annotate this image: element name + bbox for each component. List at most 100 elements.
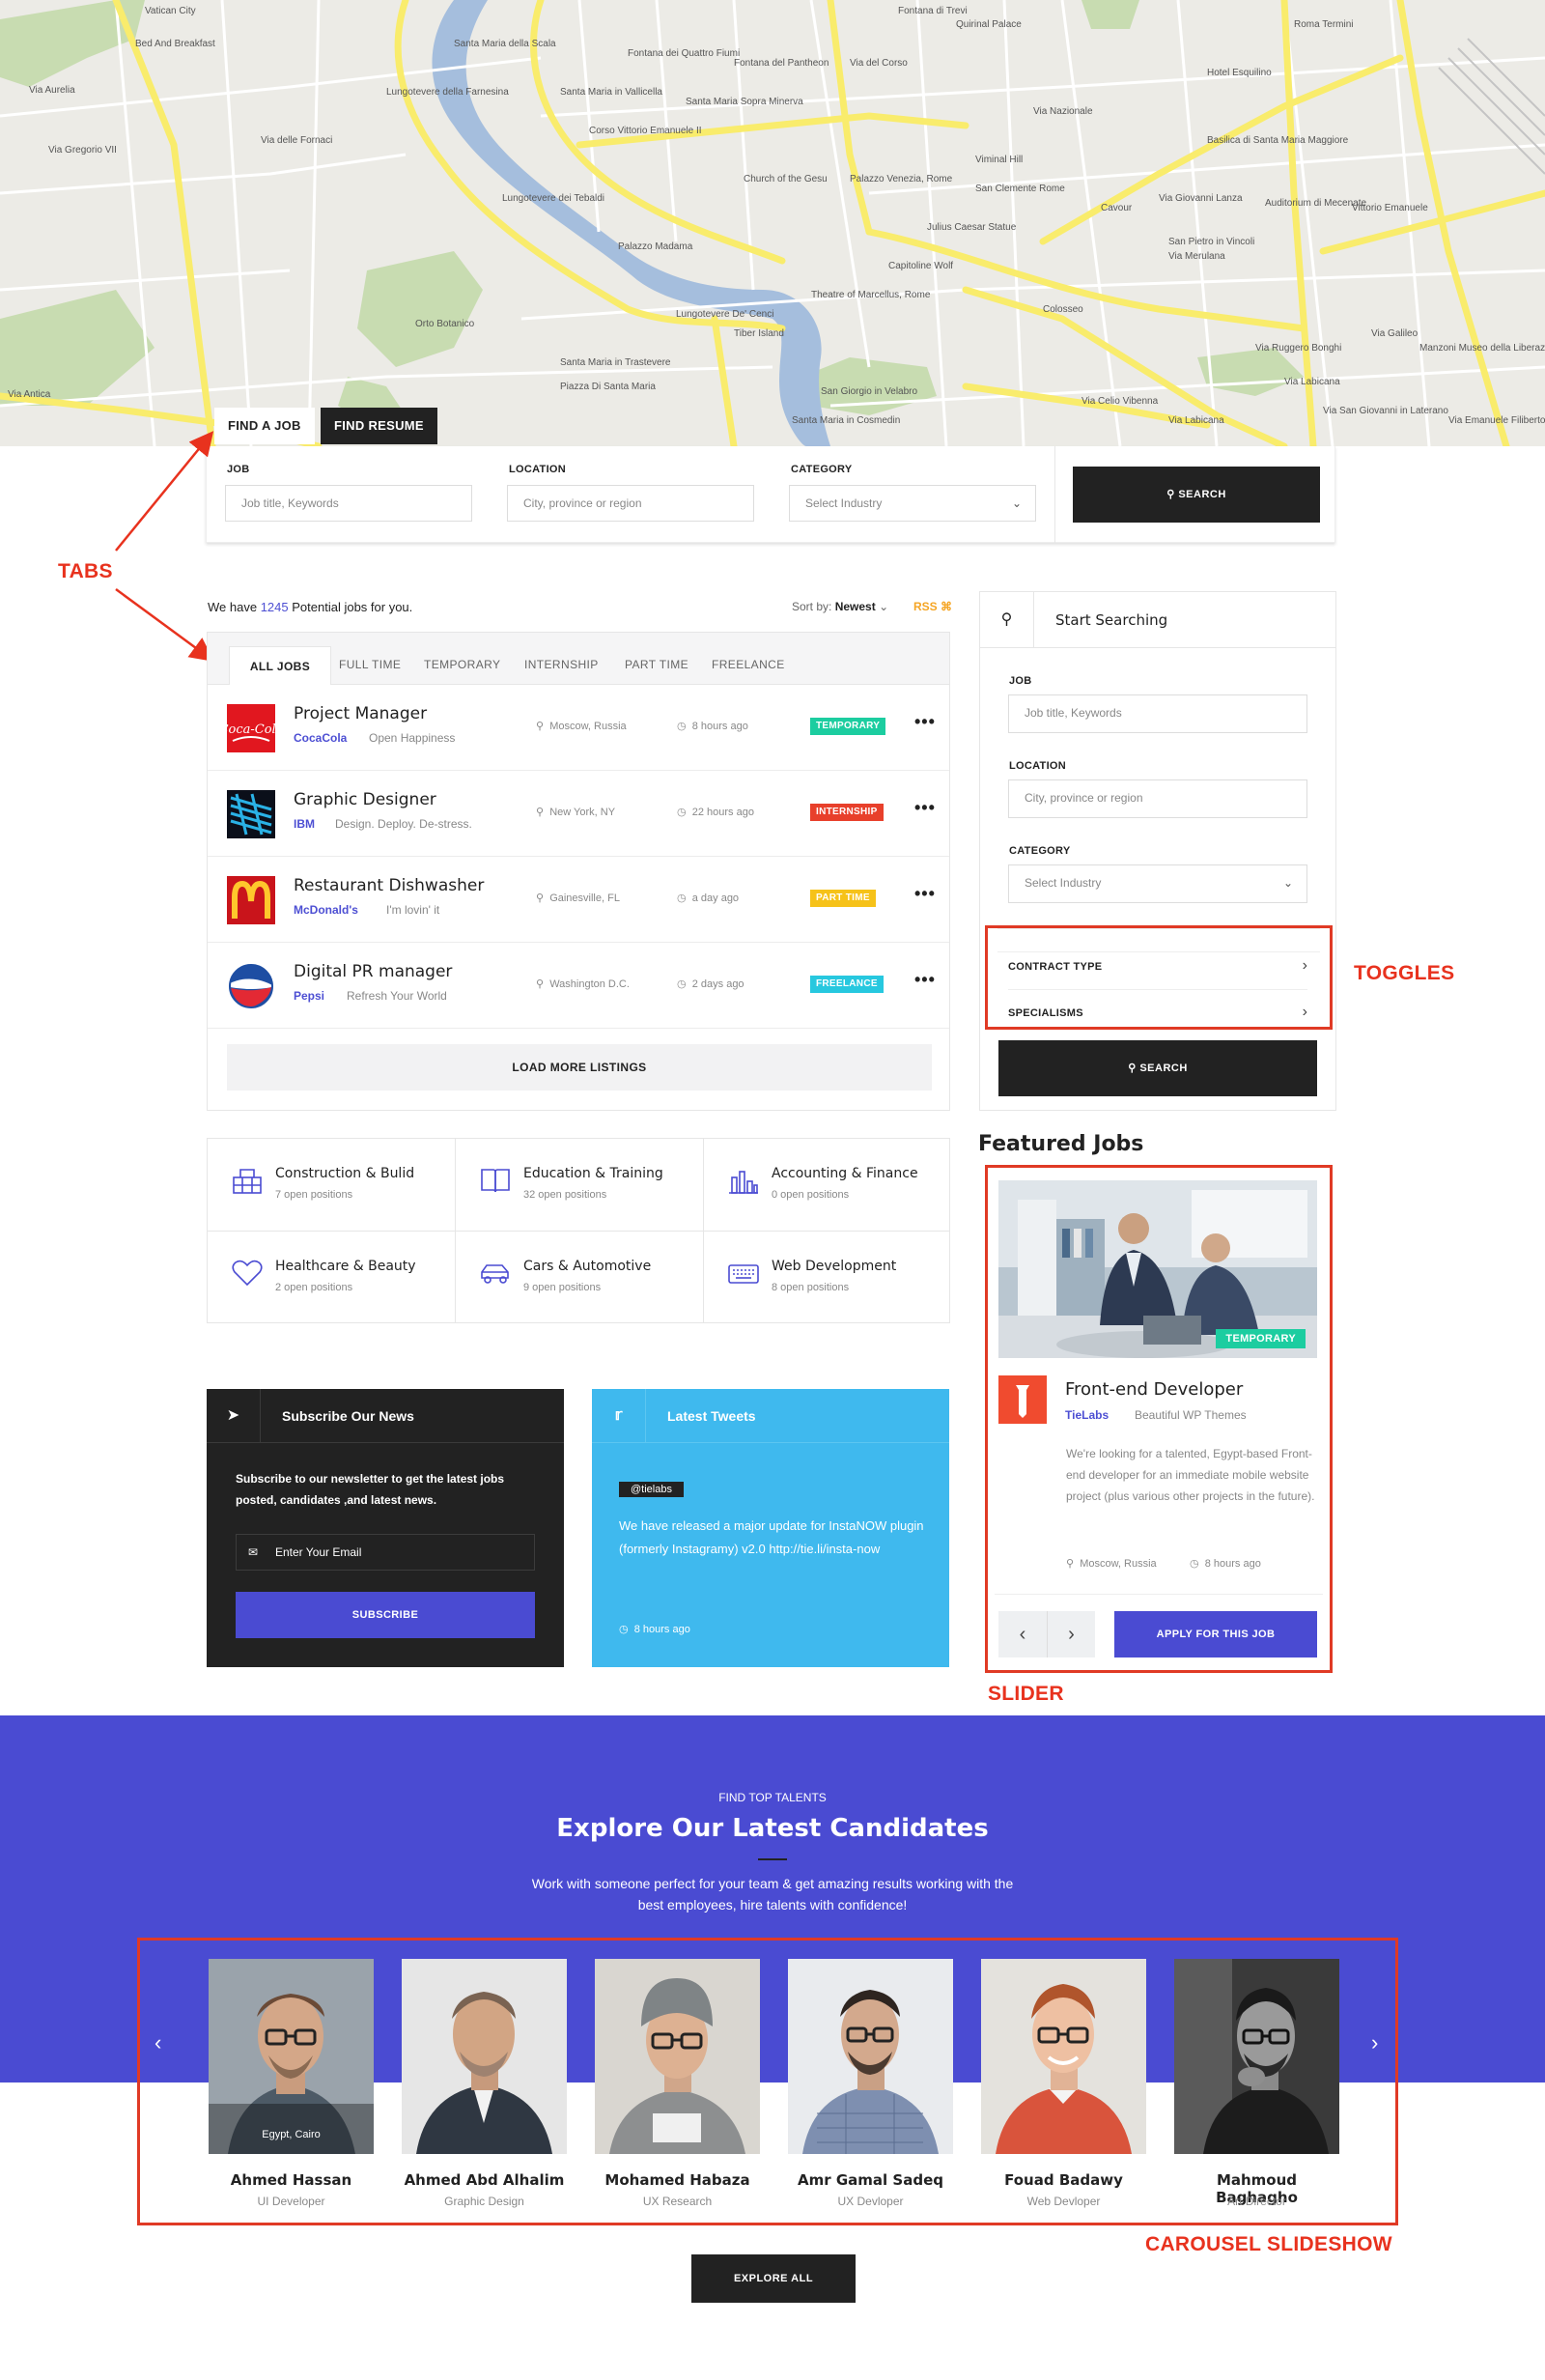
map-label: Theatre of Marcellus, Rome [811,290,931,300]
job-company[interactable]: IBM [294,817,315,831]
more-dots-icon[interactable]: ••• [914,884,936,904]
sidebar-location-input[interactable]: City, province or region [1008,779,1307,818]
job-row[interactable]: Graphic Designer IBM Design. Deploy. De-… [208,771,949,857]
map-label: Santa Maria in Cosmedin [792,415,901,426]
map-label: Via Gregorio VII [48,145,117,156]
subscribe-button[interactable]: SUBSCRIBE [236,1592,535,1638]
apply-job-button[interactable]: APPLY FOR THIS JOB [1114,1611,1317,1658]
job-type-badge: TEMPORARY [810,718,886,735]
car-icon [481,1264,509,1284]
job-row[interactable]: Coca-Cola Project Manager CocaCola Open … [208,685,949,771]
map-label: Manzoni Museo della Liberazione [1419,343,1545,354]
job-row[interactable]: Restaurant Dishwasher McDonald's I'm lov… [208,857,949,943]
tweet-text: We have released a major update for Inst… [619,1518,924,1556]
newsletter-email-input[interactable]: ✉ Enter Your Email [236,1534,535,1571]
map-label: Via Giovanni Lanza [1159,193,1243,204]
sidebar-category-select[interactable]: Select Industry ⌄ [1008,864,1307,903]
more-dots-icon[interactable]: ••• [914,970,936,990]
map-marker-icon: ⚲ [1066,1558,1075,1570]
job-tab-full-time[interactable]: FULL TIME [339,646,401,683]
jobs-count: 1245 [260,600,289,614]
category-item[interactable]: Construction & Bulid 7 open positions [208,1139,455,1231]
category-count: 9 open positions [523,1282,602,1293]
map-label: Bed And Breakfast [135,39,215,49]
rss-link[interactable]: RSS ⌘ [913,600,952,613]
map[interactable]: Vatican City Via Aurelia Bed And Breakfa… [0,0,1545,446]
newsletter-header: ➤ Subscribe Our News [207,1389,564,1443]
job-tab-all[interactable]: ALL JOBS [229,646,331,685]
map-label: Vittorio Emanuele [1352,203,1428,213]
tweet-time: ◷ 8 hours ago [619,1623,690,1635]
job-title[interactable]: Digital PR manager [294,962,452,981]
slider-next-button[interactable]: › [1047,1611,1095,1658]
category-item[interactable]: Education & Training 32 open positions [456,1139,703,1231]
load-more-button[interactable]: LOAD MORE LISTINGS [227,1044,932,1091]
sidebar-search-button[interactable]: ⚲ SEARCH [998,1040,1317,1096]
category-item[interactable]: Cars & Automotive 9 open positions [456,1232,703,1323]
map-label: Via Nazionale [1033,106,1093,117]
job-search-input[interactable]: Job title, Keywords [225,485,472,522]
job-tagline: Refresh Your World [347,989,447,1003]
newsletter-text: Subscribe to our newsletter to get the l… [236,1472,505,1507]
job-tab-internship[interactable]: INTERNSHIP [524,646,599,683]
job-tagline: Design. Deploy. De-stress. [335,817,472,831]
map-label: Colosseo [1043,304,1083,315]
category-count: 8 open positions [772,1282,850,1293]
job-company[interactable]: McDonald's [294,903,358,917]
sidebar-header: ⚲ Start Searching [980,592,1335,648]
job-tab-temporary[interactable]: TEMPORARY [424,646,500,683]
annotation-carousel: CAROUSEL SLIDESHOW [1145,2233,1392,2255]
more-dots-icon[interactable]: ••• [914,712,936,732]
job-title[interactable]: Graphic Designer [294,790,436,809]
toggles-highlight [985,925,1333,1030]
map-label: San Giorgio in Velabro [821,386,918,397]
summary-suffix: Potential jobs for you. [292,600,413,614]
location-input[interactable]: City, province or region [507,485,754,522]
tweets-header: 𝕣 Latest Tweets [592,1389,949,1443]
categories-grid: Construction & Bulid 7 open positions Ed… [207,1138,950,1323]
job-company[interactable]: CocaCola [294,731,347,745]
explore-all-button[interactable]: EXPLORE ALL [691,2254,856,2303]
map-label: Basilica di Santa Maria Maggiore [1207,135,1349,146]
job-tab-freelance[interactable]: FREELANCE [712,646,785,683]
map-label: Vatican City [145,6,196,16]
map-label: Via Galileo [1371,328,1419,339]
search-button[interactable]: ⚲ SEARCH [1073,467,1320,523]
tweet-handle[interactable]: @tielabs [619,1482,684,1497]
category-name: Cars & Automotive [523,1259,652,1274]
job-title[interactable]: Restaurant Dishwasher [294,876,484,895]
tab-find-resume[interactable]: FIND RESUME [321,408,437,444]
sidebar-search: ⚲ Start Searching JOB Job title, Keyword… [979,591,1336,1111]
job-title[interactable]: Project Manager [294,704,427,723]
featured-time: ◷ 8 hours ago [1190,1557,1261,1570]
more-dots-icon[interactable]: ••• [914,798,936,818]
job-tab-part-time[interactable]: PART TIME [625,646,688,683]
chevron-left-icon: ‹ [1019,1624,1026,1645]
job-location: ⚲ Washington D.C. [536,978,630,990]
featured-company[interactable]: TieLabs [1065,1408,1109,1422]
sort-value: Newest [834,600,876,613]
slider-prev-button[interactable]: ‹ [998,1611,1047,1658]
category-item[interactable]: Accounting & Finance 0 open positions [704,1139,951,1231]
map-label: Via delle Fornaci [261,135,333,146]
category-item[interactable]: Web Development 8 open positions [704,1232,951,1323]
sidebar-job-input[interactable]: Job title, Keywords [1008,694,1307,733]
map-label: Lungotevere dei Tebaldi [502,193,605,204]
map-label: Santa Maria della Scala [454,39,556,49]
job-time: ◷ a day ago [677,892,739,904]
category-count: 0 open positions [772,1189,850,1201]
location-label: LOCATION [509,464,567,475]
category-select[interactable]: Select Industry ⌄ [789,485,1036,522]
map-label: Orto Botanico [415,319,475,329]
category-count: 32 open positions [523,1189,607,1201]
chevron-down-icon: ⌄ [1282,876,1293,890]
sort-control[interactable]: Sort by: Newest ⌄ [792,600,888,613]
job-company[interactable]: Pepsi [294,989,324,1003]
job-row[interactable]: Digital PR manager Pepsi Refresh Your Wo… [208,943,949,1029]
featured-heading: Featured Jobs [978,1132,1144,1156]
featured-image[interactable]: TEMPORARY [998,1180,1317,1358]
featured-title[interactable]: Front-end Developer [1065,1379,1243,1400]
candidates-text-line1: Work with someone perfect for your team … [531,1876,1014,1891]
map-label: Church of the Gesu [744,174,828,184]
category-item[interactable]: Healthcare & Beauty 2 open positions [208,1232,455,1323]
